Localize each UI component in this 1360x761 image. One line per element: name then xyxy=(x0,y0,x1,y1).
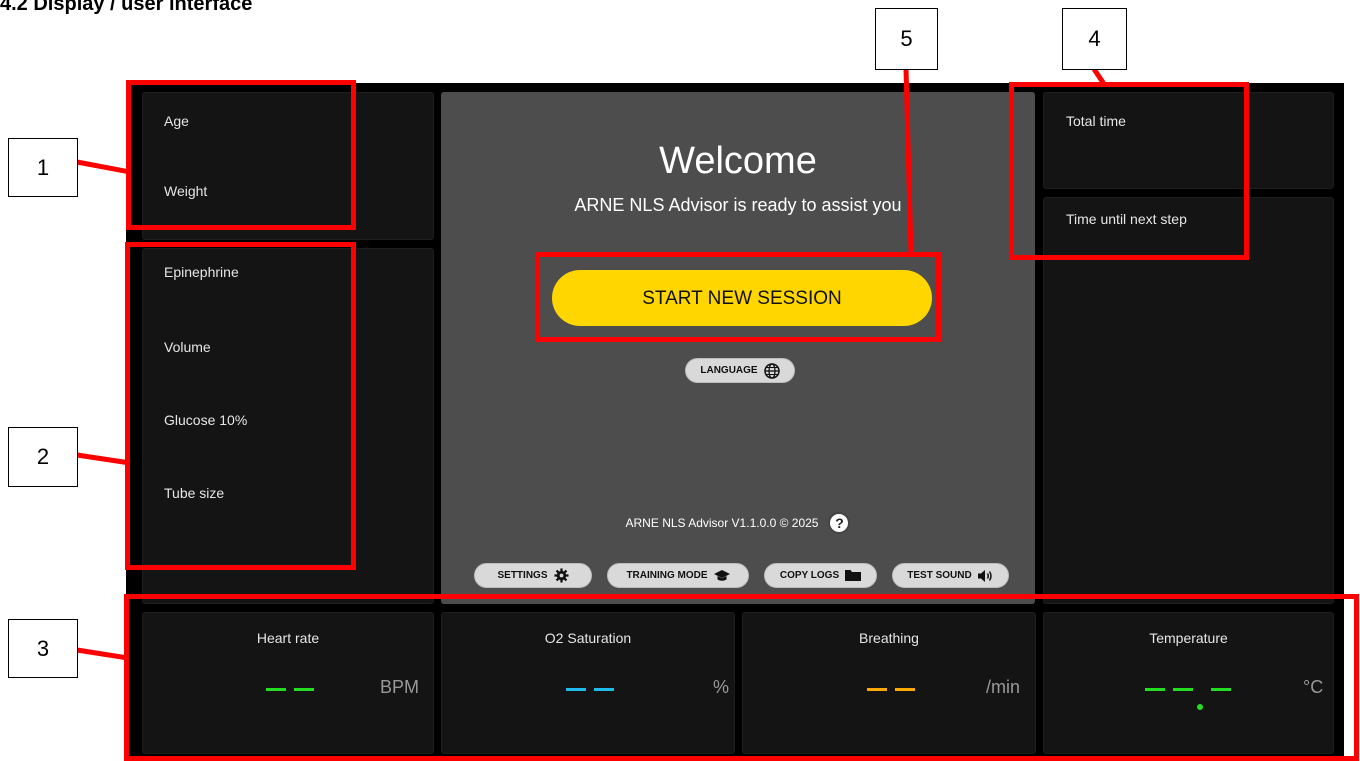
callout-frame-1 xyxy=(126,80,356,230)
globe-icon xyxy=(763,362,780,379)
test-sound-label: TEST SOUND xyxy=(907,570,972,581)
document-heading: 4.2 Display / user interface xyxy=(0,0,253,15)
callout-line-3 xyxy=(76,647,129,661)
callout-frame-3 xyxy=(124,594,1359,761)
folder-icon xyxy=(845,570,862,581)
callout-box-1: 1 xyxy=(8,138,78,197)
callout-frame-4 xyxy=(1009,82,1249,260)
test-sound-button[interactable]: TEST SOUND xyxy=(892,563,1009,588)
copy-logs-label: COPY LOGS xyxy=(779,570,840,581)
language-button[interactable]: LANGUAGE xyxy=(685,358,795,383)
callout-box-5: 5 xyxy=(875,8,938,70)
help-icon[interactable]: ? xyxy=(828,512,851,534)
callout-frame-2 xyxy=(125,242,356,570)
settings-label: SETTINGS xyxy=(497,570,548,581)
version-text: ARNE NLS Advisor V1.1.0.0 © 2025 xyxy=(625,516,819,530)
callout-box-4: 4 xyxy=(1062,8,1127,70)
training-mode-label: TRAINING MODE xyxy=(626,570,708,581)
callout-line-1 xyxy=(76,159,131,175)
callout-line-2 xyxy=(76,452,131,466)
graduation-cap-icon xyxy=(713,569,730,581)
gear-icon xyxy=(553,568,569,583)
callout-frame-5 xyxy=(535,252,941,342)
language-label: LANGUAGE xyxy=(700,365,758,376)
welcome-title: Welcome xyxy=(659,140,817,182)
training-mode-button[interactable]: TRAINING MODE xyxy=(607,563,749,588)
callout-box-2: 2 xyxy=(8,427,78,487)
settings-button[interactable]: SETTINGS xyxy=(474,563,592,588)
callout-box-3: 3 xyxy=(8,619,78,678)
welcome-panel: Welcome ARNE NLS Advisor is ready to ass… xyxy=(441,92,1035,604)
speaker-icon xyxy=(977,569,992,582)
version-row: ARNE NLS Advisor V1.1.0.0 © 2025 ? xyxy=(441,512,1035,534)
copy-logs-button[interactable]: COPY LOGS xyxy=(764,563,877,588)
welcome-subtitle: ARNE NLS Advisor is ready to assist you xyxy=(574,195,902,215)
